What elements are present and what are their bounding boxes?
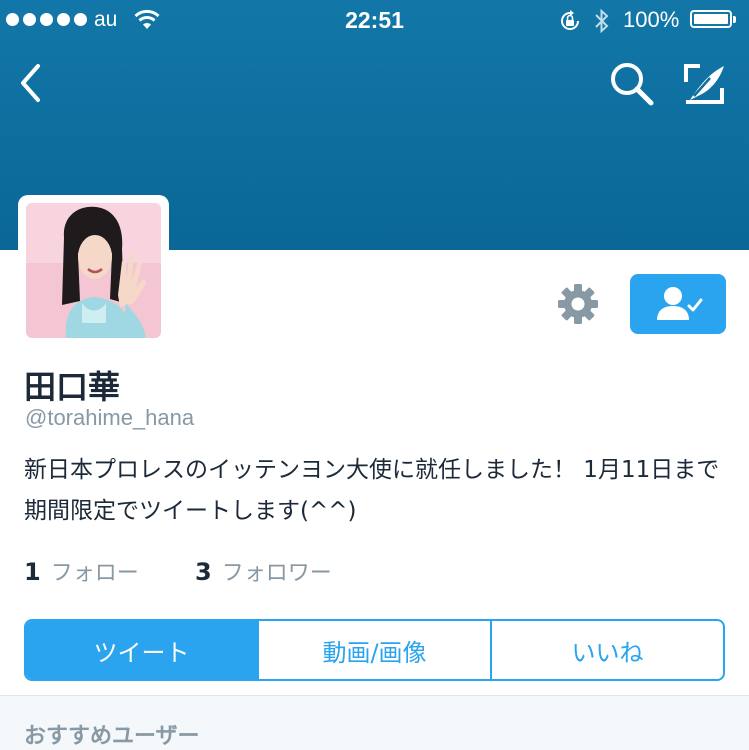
- followers-label: フォロワー: [221, 561, 332, 586]
- back-button[interactable]: [14, 60, 54, 106]
- profile-handle: @torahime_hana: [25, 405, 195, 430]
- recommended-users-title: おすすめユーザー: [24, 724, 200, 749]
- tab-tweets[interactable]: ツイート: [26, 621, 257, 679]
- status-bar: au 22:51 100%: [0, 0, 749, 42]
- following-count: 1: [24, 558, 41, 586]
- tab-likes[interactable]: いいね: [490, 621, 723, 679]
- search-icon: [611, 63, 654, 106]
- profile-avatar[interactable]: [18, 195, 169, 346]
- battery-icon: [690, 10, 736, 28]
- battery-percentage: 100%: [623, 7, 680, 32]
- user-check-icon: [657, 287, 703, 320]
- rotation-lock-icon: [558, 9, 582, 38]
- bluetooth-icon: [593, 7, 611, 40]
- search-button[interactable]: [608, 60, 656, 108]
- following-button[interactable]: [630, 274, 726, 334]
- profile-bio: 新日本プロレスのイッテンヨン大使に就任しました！ 1月11日まで期間限定でツイー…: [24, 457, 720, 524]
- avatar-image: [26, 203, 161, 338]
- followers-count-link[interactable]: 3 フォロワー: [195, 555, 332, 587]
- profile-name: 田口華: [24, 368, 121, 406]
- profile-tabs: ツイート 動画/画像 いいね: [24, 619, 725, 681]
- following-label: フォロー: [50, 561, 139, 586]
- tab-media[interactable]: 動画/画像: [257, 621, 490, 679]
- back-icon: [21, 64, 40, 102]
- following-count-link[interactable]: 1 フォロー: [24, 555, 139, 587]
- compose-tweet-button[interactable]: [680, 60, 730, 108]
- followers-count: 3: [195, 558, 212, 586]
- compose-icon: [684, 64, 724, 104]
- settings-button[interactable]: [555, 281, 601, 327]
- gear-icon: [558, 284, 598, 324]
